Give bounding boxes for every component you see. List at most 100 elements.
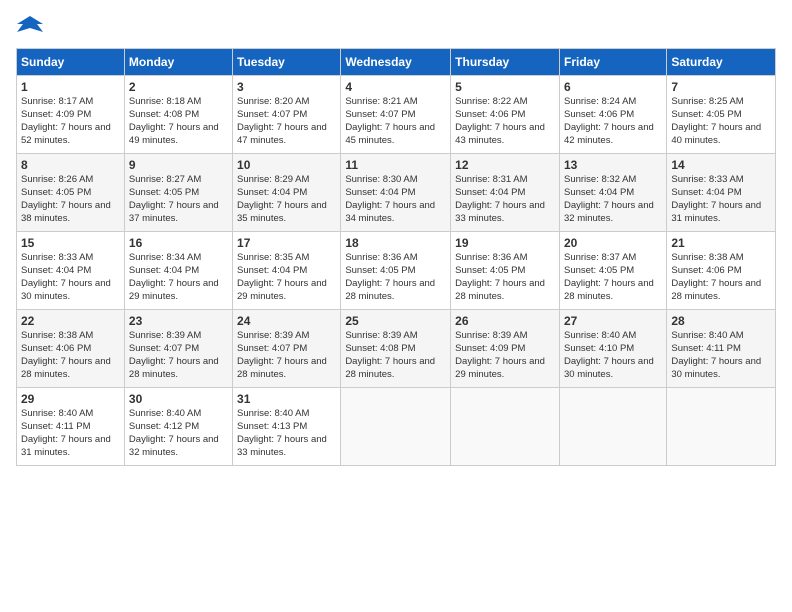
day-number: 31 [237, 391, 336, 407]
daylight-text: Daylight: 7 hours and 28 minutes. [237, 356, 327, 380]
sunset-text: Sunset: 4:07 PM [237, 343, 307, 354]
sunrise-text: Sunrise: 8:39 AM [129, 330, 201, 341]
calendar-cell: 19Sunrise: 8:36 AMSunset: 4:05 PMDayligh… [451, 232, 560, 310]
sunset-text: Sunset: 4:09 PM [455, 343, 525, 354]
sunset-text: Sunset: 4:07 PM [345, 109, 415, 120]
daylight-text: Daylight: 7 hours and 31 minutes. [21, 434, 111, 458]
sunrise-text: Sunrise: 8:40 AM [129, 408, 201, 419]
calendar-cell: 31Sunrise: 8:40 AM Sunset: 4:13 PM Dayligh… [233, 388, 341, 466]
daylight-text: Daylight: 7 hours and 32 minutes. [564, 200, 654, 224]
calendar-cell: 18Sunrise: 8:36 AMSunset: 4:05 PMDayligh… [341, 232, 451, 310]
sunset-text: Sunset: 4:12 PM [129, 421, 199, 432]
daylight-text: Daylight: 7 hours and 29 minutes. [455, 356, 545, 380]
calendar-cell: 1Sunrise: 8:17 AMSunset: 4:09 PMDaylight… [17, 76, 125, 154]
calendar-cell: 7Sunrise: 8:25 AMSunset: 4:05 PMDaylight… [667, 76, 776, 154]
sunrise-text: Sunrise: 8:25 AM [671, 96, 743, 107]
day-number: 13 [564, 157, 662, 173]
sunset-text: Sunset: 4:06 PM [21, 343, 91, 354]
day-number: 12 [455, 157, 555, 173]
calendar-week-2: 8Sunrise: 8:26 AMSunset: 4:05 PMDaylight… [17, 154, 776, 232]
weekday-header-monday: Monday [124, 49, 232, 76]
sunset-text: Sunset: 4:04 PM [21, 265, 91, 276]
sunrise-text: Sunrise: 8:35 AM [237, 252, 309, 263]
calendar-week-4: 22Sunrise: 8:38 AMSunset: 4:06 PMDayligh… [17, 310, 776, 388]
daylight-text: Daylight: 7 hours and 30 minutes. [671, 356, 761, 380]
day-number: 28 [671, 313, 771, 329]
calendar-cell: 3Sunrise: 8:20 AMSunset: 4:07 PMDaylight… [233, 76, 341, 154]
sunset-text: Sunset: 4:11 PM [671, 343, 741, 354]
sunrise-text: Sunrise: 8:36 AM [455, 252, 527, 263]
sunrise-text: Sunrise: 8:30 AM [345, 174, 417, 185]
day-number: 18 [345, 235, 446, 251]
calendar-cell: 30Sunrise: 8:40 AMSunset: 4:12 PMDayligh… [124, 388, 232, 466]
sunrise-text: Sunrise: 8:36 AM [345, 252, 417, 263]
sunset-text: Sunset: 4:08 PM [345, 343, 415, 354]
daylight-text: Daylight: 7 hours and 28 minutes. [345, 278, 435, 302]
sunrise-text: Sunrise: 8:34 AM [129, 252, 201, 263]
calendar-cell: 11Sunrise: 8:30 AMSunset: 4:04 PMDayligh… [341, 154, 451, 232]
daylight-text: Daylight: 7 hours and 28 minutes. [455, 278, 545, 302]
calendar-cell: 8Sunrise: 8:26 AMSunset: 4:05 PMDaylight… [17, 154, 125, 232]
day-number: 27 [564, 313, 662, 329]
weekday-header-thursday: Thursday [451, 49, 560, 76]
day-number: 7 [671, 79, 771, 95]
day-number: 15 [21, 235, 120, 251]
day-number: 30 [129, 391, 228, 407]
sunrise-text: Sunrise: 8:40 AM [237, 408, 309, 419]
day-number: 23 [129, 313, 228, 329]
day-number: 9 [129, 157, 228, 173]
daylight-text: Daylight: 7 hours and 31 minutes. [671, 200, 761, 224]
day-number: 16 [129, 235, 228, 251]
sunrise-text: Sunrise: 8:22 AM [455, 96, 527, 107]
daylight-text: Daylight: 7 hours and 47 minutes. [237, 122, 327, 146]
calendar-cell: 21Sunrise: 8:38 AMSunset: 4:06 PMDayligh… [667, 232, 776, 310]
daylight-text: Daylight: 7 hours and 43 minutes. [455, 122, 545, 146]
calendar-cell: 23Sunrise: 8:39 AMSunset: 4:07 PMDayligh… [124, 310, 232, 388]
page-container: SundayMondayTuesdayWednesdayThursdayFrid… [0, 0, 792, 474]
daylight-text: Daylight: 7 hours and 38 minutes. [21, 200, 111, 224]
sunset-text: Sunset: 4:04 PM [237, 265, 307, 276]
daylight-text: Daylight: 7 hours and 49 minutes. [129, 122, 219, 146]
day-number: 14 [671, 157, 771, 173]
sunset-text: Sunset: 4:06 PM [564, 109, 634, 120]
daylight-text: Daylight: 7 hours and 33 minutes. [237, 434, 327, 458]
calendar-table: SundayMondayTuesdayWednesdayThursdayFrid… [16, 48, 776, 466]
calendar-cell: 9Sunrise: 8:27 AMSunset: 4:05 PMDaylight… [124, 154, 232, 232]
sunset-text: Sunset: 4:07 PM [237, 109, 307, 120]
calendar-cell: 10Sunrise: 8:29 AMSunset: 4:04 PMDayligh… [233, 154, 341, 232]
sunrise-text: Sunrise: 8:40 AM [21, 408, 93, 419]
sunset-text: Sunset: 4:06 PM [455, 109, 525, 120]
sunset-text: Sunset: 4:09 PM [21, 109, 91, 120]
sunset-text: Sunset: 4:04 PM [345, 187, 415, 198]
daylight-text: Daylight: 7 hours and 28 minutes. [21, 356, 111, 380]
calendar-cell: 24Sunrise: 8:39 AMSunset: 4:07 PMDayligh… [233, 310, 341, 388]
sunset-text: Sunset: 4:04 PM [129, 265, 199, 276]
calendar-cell: 27Sunrise: 8:40 AMSunset: 4:10 PMDayligh… [559, 310, 666, 388]
day-number: 4 [345, 79, 446, 95]
sunset-text: Sunset: 4:13 PM [237, 421, 307, 432]
calendar-cell: 29Sunrise: 8:40 AMSunset: 4:11 PMDayligh… [17, 388, 125, 466]
calendar-cell [667, 388, 776, 466]
sunset-text: Sunset: 4:06 PM [671, 265, 741, 276]
calendar-cell: 25Sunrise: 8:39 AMSunset: 4:08 PMDayligh… [341, 310, 451, 388]
page-header [16, 16, 776, 36]
sunset-text: Sunset: 4:05 PM [21, 187, 91, 198]
sunrise-text: Sunrise: 8:24 AM [564, 96, 636, 107]
logo [16, 16, 43, 36]
calendar-cell: 16Sunrise: 8:34 AMSunset: 4:04 PMDayligh… [124, 232, 232, 310]
calendar-cell: 28Sunrise: 8:40 AMSunset: 4:11 PMDayligh… [667, 310, 776, 388]
sunrise-text: Sunrise: 8:33 AM [21, 252, 93, 263]
sunrise-text: Sunrise: 8:32 AM [564, 174, 636, 185]
calendar-cell: 22Sunrise: 8:38 AMSunset: 4:06 PMDayligh… [17, 310, 125, 388]
day-number: 11 [345, 157, 446, 173]
sunrise-text: Sunrise: 8:39 AM [455, 330, 527, 341]
day-number: 24 [237, 313, 336, 329]
weekday-header-tuesday: Tuesday [233, 49, 341, 76]
daylight-text: Daylight: 7 hours and 35 minutes. [237, 200, 327, 224]
calendar-cell: 26Sunrise: 8:39 AMSunset: 4:09 PMDayligh… [451, 310, 560, 388]
weekday-header-friday: Friday [559, 49, 666, 76]
day-number: 29 [21, 391, 120, 407]
day-number: 19 [455, 235, 555, 251]
calendar-cell [559, 388, 666, 466]
daylight-text: Daylight: 7 hours and 30 minutes. [564, 356, 654, 380]
